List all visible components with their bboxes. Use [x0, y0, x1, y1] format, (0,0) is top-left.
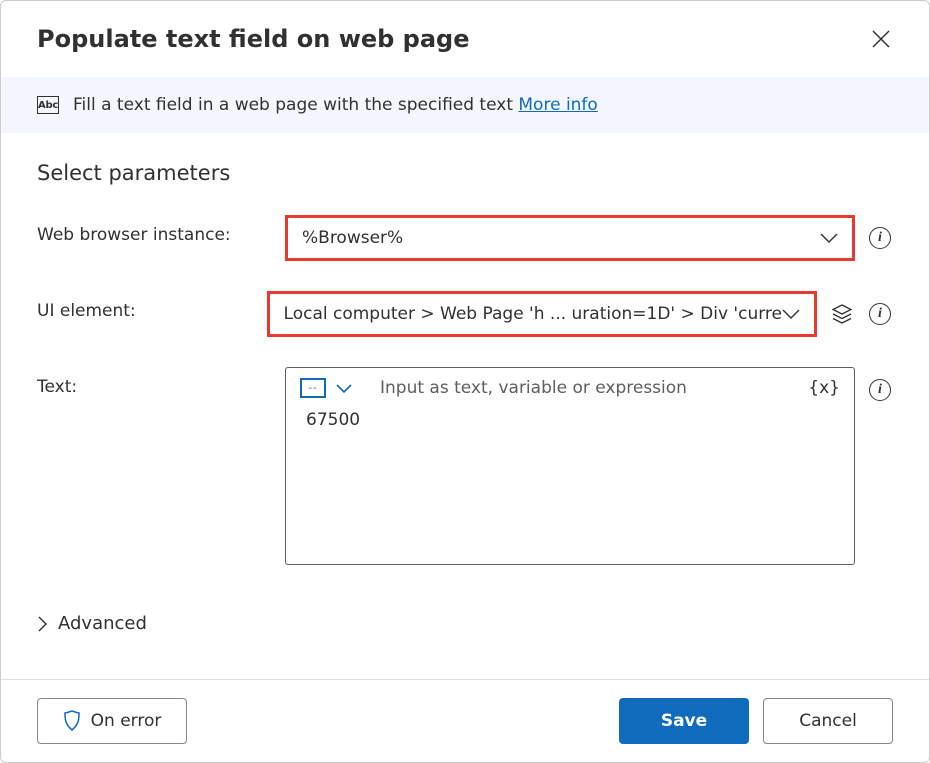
dialog-footer: On error Save Cancel [1, 679, 929, 762]
content-area: Select parameters Web browser instance: … [1, 133, 929, 679]
cancel-button[interactable]: Cancel [763, 698, 893, 744]
shield-icon [63, 710, 81, 732]
input-mode-icon[interactable]: -- [300, 378, 326, 398]
info-icon: i [869, 303, 891, 325]
param-label-browser: Web browser instance: [37, 215, 285, 245]
close-button[interactable] [865, 23, 897, 55]
on-error-button[interactable]: On error [37, 698, 187, 744]
info-strip: Abc Fill a text field in a web page with… [1, 77, 929, 133]
uielement-picker-button[interactable] [829, 291, 855, 337]
param-label-text: Text: [37, 367, 285, 397]
dialog-header: Populate text field on web page [1, 1, 929, 77]
browser-select-value: %Browser% [302, 228, 403, 248]
more-info-link[interactable]: More info [518, 95, 597, 115]
chevron-down-icon [820, 232, 838, 244]
param-row-uielement: UI element: Local computer > Web Page 'h… [37, 291, 893, 337]
browser-info-button[interactable]: i [867, 215, 893, 261]
on-error-label: On error [91, 711, 162, 731]
param-control-text: -- Input as text, variable or expression… [285, 367, 893, 565]
info-text-wrap: Fill a text field in a web page with the… [73, 95, 598, 115]
save-button[interactable]: Save [619, 698, 749, 744]
chevron-down-icon[interactable] [336, 383, 352, 394]
dialog-title: Populate text field on web page [37, 25, 470, 53]
text-editor-placeholder: Input as text, variable or expression [380, 378, 798, 398]
save-label: Save [661, 711, 707, 731]
footer-right: Save Cancel [619, 698, 893, 744]
advanced-toggle[interactable]: Advanced [37, 595, 893, 640]
text-editor-toolbar: -- Input as text, variable or expression… [286, 368, 854, 404]
param-row-browser: Web browser instance: %Browser% i [37, 215, 893, 261]
param-label-uielement: UI element: [37, 291, 267, 321]
browser-select[interactable]: %Browser% [285, 215, 855, 261]
chevron-down-icon [782, 308, 800, 320]
text-field-icon: Abc [37, 96, 59, 114]
param-control-uielement: Local computer > Web Page 'h ... uration… [267, 291, 893, 337]
info-text: Fill a text field in a web page with the… [73, 95, 518, 115]
text-editor: -- Input as text, variable or expression… [285, 367, 855, 565]
param-control-browser: %Browser% i [285, 215, 893, 261]
close-icon [872, 30, 890, 48]
advanced-label: Advanced [58, 613, 147, 634]
dialog: Populate text field on web page Abc Fill… [0, 0, 930, 763]
insert-variable-button[interactable]: {x} [808, 378, 840, 398]
layers-icon [831, 303, 853, 325]
uielement-select[interactable]: Local computer > Web Page 'h ... uration… [267, 291, 817, 337]
info-icon: i [869, 379, 891, 401]
text-info-button[interactable]: i [867, 367, 893, 413]
param-row-text: Text: -- Input as text, variable or expr… [37, 367, 893, 565]
uielement-select-value: Local computer > Web Page 'h ... uration… [284, 304, 782, 324]
info-icon: i [869, 227, 891, 249]
cancel-label: Cancel [799, 711, 857, 731]
section-title: Select parameters [37, 161, 893, 185]
text-input[interactable]: 67500 [286, 404, 854, 564]
uielement-info-button[interactable]: i [867, 291, 893, 337]
chevron-right-icon [37, 616, 48, 632]
